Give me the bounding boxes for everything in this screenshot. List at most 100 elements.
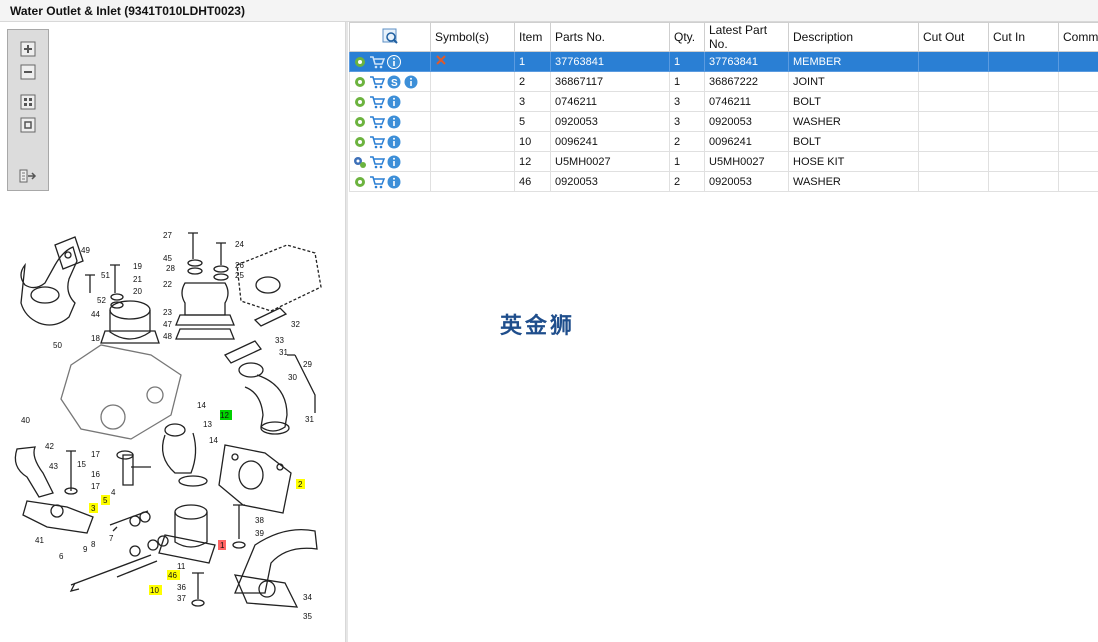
cut-out-cell [918, 151, 989, 172]
table-header-row: Symbol(s) Item Parts No. Qty. Latest Par… [349, 22, 1098, 52]
zoom-in-button[interactable] [17, 39, 39, 59]
svg-text:21: 21 [133, 275, 142, 284]
svg-text:14: 14 [197, 401, 206, 410]
qty-cell: 2 [669, 171, 705, 192]
info-icon[interactable] [403, 74, 419, 90]
col-header-item[interactable]: Item [514, 22, 551, 52]
cut-out-cell [918, 51, 989, 72]
svg-text:31: 31 [279, 348, 288, 357]
gears-icon[interactable] [352, 154, 368, 170]
cut-in-cell [988, 51, 1059, 72]
info-icon[interactable] [386, 154, 402, 170]
cart-icon[interactable] [369, 114, 385, 130]
qty-cell: 1 [669, 151, 705, 172]
gear-icon[interactable] [352, 94, 368, 110]
symbol-cell [430, 131, 515, 152]
col-header-cut-in[interactable]: Cut In [988, 22, 1059, 52]
info-icon[interactable] [386, 174, 402, 190]
row-actions [349, 151, 431, 172]
comment-cell [1058, 171, 1098, 192]
table-row[interactable]: 12 U5MH0027 1 U5MH0027 HOSE KIT [349, 151, 1098, 172]
cut-in-cell [988, 71, 1059, 92]
parts-no-cell: U5MH0027 [550, 151, 670, 172]
svg-text:8: 8 [91, 540, 96, 549]
gear-icon[interactable] [352, 114, 368, 130]
highlighted-callouts: 5 3 46 10 2 12 1 [89, 410, 305, 595]
svg-text:34: 34 [303, 593, 312, 602]
info-icon[interactable] [386, 114, 402, 130]
svg-text:11: 11 [177, 562, 186, 571]
svg-text:41: 41 [35, 536, 44, 545]
export-button[interactable] [17, 166, 39, 186]
svg-text:1: 1 [220, 541, 225, 550]
item-cell: 2 [514, 71, 551, 92]
gear-icon[interactable] [352, 174, 368, 190]
actual-size-button[interactable] [17, 115, 39, 135]
qty-cell: 2 [669, 131, 705, 152]
row-actions [349, 131, 431, 152]
info-icon[interactable] [386, 134, 402, 150]
item-cell: 1 [514, 51, 551, 72]
svg-text:24: 24 [235, 240, 244, 249]
col-header-search[interactable] [349, 22, 431, 52]
s-badge-icon[interactable]: S [386, 74, 402, 90]
svg-text:26: 26 [235, 261, 244, 270]
col-header-cut-out[interactable]: Cut Out [918, 22, 989, 52]
symbol-cell [430, 151, 515, 172]
exploded-parts-diagram[interactable]: 49511921 20524450 18272445 26282522 2347… [5, 205, 341, 635]
fit-window-button[interactable] [17, 92, 39, 112]
col-header-comment[interactable]: Comment [1058, 22, 1098, 52]
table-row[interactable]: 10 0096241 2 0096241 BOLT [349, 131, 1098, 152]
parts-table: Symbol(s) Item Parts No. Qty. Latest Par… [349, 22, 1098, 192]
cart-icon[interactable] [369, 174, 385, 190]
grid-icon [20, 94, 36, 110]
latest-part-no-cell: 0920053 [704, 171, 789, 192]
cart-icon[interactable] [369, 94, 385, 110]
cart-icon[interactable] [369, 154, 385, 170]
table-row[interactable]: 5 0920053 3 0920053 WASHER [349, 111, 1098, 132]
parts-no-cell: 0920053 [550, 171, 670, 192]
col-header-latest-part-no[interactable]: Latest Part No. [704, 22, 789, 52]
parts-no-cell: 37763841 [550, 51, 670, 72]
svg-text:14: 14 [209, 436, 218, 445]
info-icon[interactable] [386, 94, 402, 110]
table-row[interactable]: 46 0920053 2 0920053 WASHER [349, 171, 1098, 192]
info-icon[interactable] [386, 54, 402, 70]
table-row[interactable]: 1 37763841 1 37763841 MEMBER [349, 51, 1098, 72]
table-row[interactable]: S 2 36867117 1 36867222 JOINT [349, 71, 1098, 92]
cut-in-cell [988, 171, 1059, 192]
col-header-description[interactable]: Description [788, 22, 919, 52]
svg-text:13: 13 [203, 420, 212, 429]
col-header-qty[interactable]: Qty. [669, 22, 705, 52]
cart-icon[interactable] [369, 54, 385, 70]
pane-splitter[interactable] [346, 22, 348, 642]
svg-text:31: 31 [305, 415, 314, 424]
row-actions [349, 51, 431, 72]
svg-text:38: 38 [255, 516, 264, 525]
svg-text:48: 48 [163, 332, 172, 341]
comment-cell [1058, 151, 1098, 172]
description-cell: MEMBER [788, 51, 919, 72]
page-title: Water Outlet & Inlet (9341T010LDHT0023) [10, 4, 245, 18]
x-mark-icon [436, 55, 446, 65]
diagram-pane: 49 51 19 21 20 52 44 50 18 27 24 45 26 28 25 22 23 47… [0, 22, 346, 642]
col-header-symbols[interactable]: Symbol(s) [430, 22, 515, 52]
svg-text:4: 4 [111, 488, 116, 497]
description-cell: WASHER [788, 111, 919, 132]
gear-icon[interactable] [352, 74, 368, 90]
description-cell: JOINT [788, 71, 919, 92]
latest-part-no-cell: 36867222 [704, 71, 789, 92]
col-header-parts-no[interactable]: Parts No. [550, 22, 670, 52]
cut-in-cell [988, 151, 1059, 172]
cart-icon[interactable] [369, 74, 385, 90]
cut-out-cell [918, 91, 989, 112]
gear-icon[interactable] [352, 54, 368, 70]
parts-no-cell: 0096241 [550, 131, 670, 152]
zoom-out-button[interactable] [17, 62, 39, 82]
svg-text:18: 18 [91, 334, 100, 343]
gear-icon[interactable] [352, 134, 368, 150]
svg-text:39: 39 [255, 529, 264, 538]
cart-icon[interactable] [369, 134, 385, 150]
svg-text:25: 25 [235, 271, 244, 280]
table-row[interactable]: 3 0746211 3 0746211 BOLT [349, 91, 1098, 112]
